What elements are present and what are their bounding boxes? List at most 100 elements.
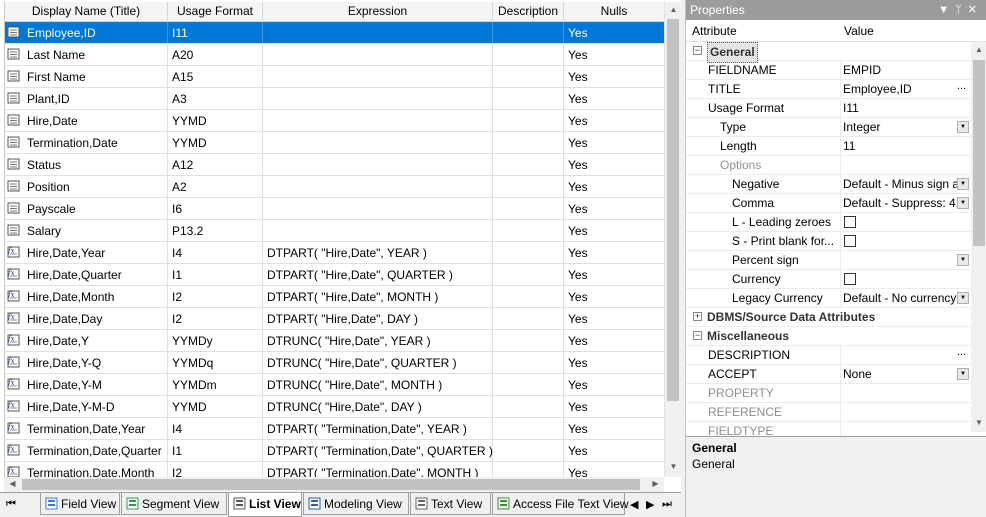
collapse-icon[interactable]: − (693, 46, 702, 55)
property-usage-format[interactable]: Usage Format I11 (686, 99, 971, 118)
property-type[interactable]: Type Integer ▼ (686, 118, 971, 137)
property-value[interactable]: Integer ▼ (840, 118, 971, 137)
tab-field-view[interactable]: Field View (40, 493, 120, 515)
property-value[interactable]: Default - No currency ▼ (840, 289, 971, 308)
column-header-expression[interactable]: Expression (263, 2, 493, 22)
property-value[interactable]: ... (840, 346, 971, 365)
checkbox[interactable] (844, 235, 856, 247)
property-value[interactable] (840, 156, 971, 175)
vertical-scroll-thumb[interactable] (667, 19, 679, 401)
scroll-up-icon[interactable]: ▲ (665, 5, 682, 14)
table-row[interactable]: fx Hire,Date,Y-Q YYMDq DTRUNC( "Hire,Date",… (5, 352, 664, 374)
column-header-display-name[interactable]: Display Name (Title) (5, 2, 168, 22)
scroll-right-icon[interactable]: ▶ (647, 479, 664, 488)
scroll-tabs-right-icon[interactable]: ▶ (646, 498, 654, 511)
table-row[interactable]: Position A2 Yes (5, 176, 664, 198)
category-general[interactable]: − General (686, 42, 971, 63)
property-value[interactable] (840, 213, 971, 232)
scroll-down-icon[interactable]: ▼ (665, 462, 682, 471)
table-row[interactable]: fx Termination,Date,Quarter I1 DTPART( "Ter… (5, 440, 664, 462)
dropdown-arrow-icon[interactable]: ▼ (957, 254, 969, 266)
scroll-left-icon[interactable]: ◀ (4, 479, 21, 488)
property-reference[interactable]: REFERENCE (686, 403, 971, 422)
table-row[interactable]: Salary P13.2 Yes (5, 220, 664, 242)
first-tab-icon[interactable]: ⏮ (6, 498, 16, 511)
property-comma[interactable]: Comma Default - Suppress: 41 ▼ (686, 194, 971, 213)
property-currency[interactable]: Currency (686, 270, 971, 289)
scroll-tabs-left-icon[interactable]: ◀ (630, 498, 638, 511)
table-row[interactable]: Status A12 Yes (5, 154, 664, 176)
horizontal-scroll-thumb[interactable] (22, 479, 640, 490)
property-accept[interactable]: ACCEPT None ▼ (686, 365, 971, 384)
checkbox[interactable] (844, 273, 856, 285)
table-row[interactable]: fx Termination,Date,Month I2 DTPART( "Termi… (5, 462, 664, 477)
property-value[interactable]: I11 (840, 99, 971, 118)
table-row[interactable]: First Name A15 Yes (5, 66, 664, 88)
property-value[interactable]: 11 (840, 137, 971, 156)
dropdown-arrow-icon[interactable]: ▼ (957, 292, 969, 304)
column-header-nulls[interactable]: Nulls (564, 2, 664, 22)
tab-access-file-text-view[interactable]: Access File Text View (492, 493, 629, 515)
tab-segment-view[interactable]: Segment View (121, 493, 227, 515)
property-legacy-currency[interactable]: Legacy Currency Default - No currency ▼ (686, 289, 971, 308)
horizontal-scrollbar[interactable]: ◀ ▶ (4, 477, 664, 492)
property-l-leading-zeroes[interactable]: L - Leading zeroes (686, 213, 971, 232)
property-value[interactable] (840, 403, 971, 422)
property-value[interactable]: Employee,ID... (840, 80, 971, 99)
category-dbms-source-data-attributes[interactable]: + DBMS/Source Data Attributes (686, 308, 971, 327)
table-row[interactable]: Plant,ID A3 Yes (5, 88, 664, 110)
table-row[interactable]: fx Hire,Date,Y-M-D YYMD DTRUNC( "Hire,Date"… (5, 396, 664, 418)
scroll-down-icon[interactable]: ▼ (971, 418, 986, 427)
tab-list-view[interactable]: List View (228, 493, 302, 517)
property-description[interactable]: DESCRIPTION... (686, 346, 971, 365)
table-row[interactable]: fx Hire,Date,Month I2 DTPART( "Hire,Date", … (5, 286, 664, 308)
table-row[interactable]: fx Hire,Date,Y-M YYMDm DTRUNC( "Hire,Date",… (5, 374, 664, 396)
property-fieldname[interactable]: FIELDNAME EMPID (686, 61, 971, 80)
table-row[interactable]: Last Name A20 Yes (5, 44, 664, 66)
property-value[interactable]: Default - Minus sign a ▼ (840, 175, 971, 194)
property-negative[interactable]: Negative Default - Minus sign a ▼ (686, 175, 971, 194)
tab-text-view[interactable]: Text View (410, 493, 491, 515)
ellipsis-button[interactable]: ... (957, 80, 966, 96)
table-row[interactable]: fx Hire,Date,Day I2 DTPART( "Hire,Date", DA… (5, 308, 664, 330)
property-value[interactable]: Default - Suppress: 41 ▼ (840, 194, 971, 213)
property-value[interactable] (840, 232, 971, 251)
property-value[interactable]: ▼ (840, 251, 971, 270)
dropdown-menu-icon[interactable]: ▼ (938, 4, 955, 16)
table-row[interactable]: Payscale I6 Yes (5, 198, 664, 220)
tab-modeling-view[interactable]: Modeling View (303, 493, 409, 515)
table-row[interactable]: fx Hire,Date,Year I4 DTPART( "Hire,Date", Y… (5, 242, 664, 264)
dropdown-arrow-icon[interactable]: ▼ (957, 197, 969, 209)
table-row[interactable]: Employee,ID I11 Yes (5, 22, 664, 44)
table-row[interactable]: fx Hire,Date,Y YYMDy DTRUNC( "Hire,Date", Y… (5, 330, 664, 352)
property-s-print-blank-for[interactable]: S - Print blank for... (686, 232, 971, 251)
category-miscellaneous[interactable]: − Miscellaneous (686, 327, 971, 346)
scroll-up-icon[interactable]: ▲ (971, 45, 986, 54)
ellipsis-button[interactable]: ... (957, 346, 966, 362)
property-title[interactable]: TITLE Employee,ID... (686, 80, 971, 99)
vertical-scrollbar[interactable]: ▲ ▼ (664, 2, 681, 477)
column-header-usage-format[interactable]: Usage Format (168, 2, 263, 22)
table-row[interactable]: Hire,Date YYMD Yes (5, 110, 664, 132)
property-value[interactable]: None ▼ (840, 365, 971, 384)
expand-icon[interactable]: + (693, 312, 702, 321)
table-row[interactable]: fx Hire,Date,Quarter I1 DTPART( "Hire,Date"… (5, 264, 664, 286)
dropdown-arrow-icon[interactable]: ▼ (957, 121, 969, 133)
collapse-icon[interactable]: − (693, 331, 702, 340)
dropdown-arrow-icon[interactable]: ▼ (957, 368, 969, 380)
property-value[interactable] (840, 270, 971, 289)
column-header-description[interactable]: Description (493, 2, 564, 22)
property-property[interactable]: PROPERTY (686, 384, 971, 403)
properties-scroll-thumb[interactable] (973, 60, 985, 246)
last-tab-icon[interactable]: ⏭ (662, 498, 672, 511)
property-value[interactable] (840, 384, 971, 403)
checkbox[interactable] (844, 216, 856, 228)
property-options[interactable]: Options (686, 156, 971, 175)
properties-scrollbar[interactable]: ▲ ▼ (971, 42, 986, 432)
table-row[interactable]: Termination,Date YYMD Yes (5, 132, 664, 154)
property-length[interactable]: Length 11 (686, 137, 971, 156)
dropdown-arrow-icon[interactable]: ▼ (957, 178, 969, 190)
property-percent-sign[interactable]: Percent sign ▼ (686, 251, 971, 270)
table-row[interactable]: fx Termination,Date,Year I4 DTPART( "Termin… (5, 418, 664, 440)
close-icon[interactable]: ✕ (968, 4, 983, 16)
